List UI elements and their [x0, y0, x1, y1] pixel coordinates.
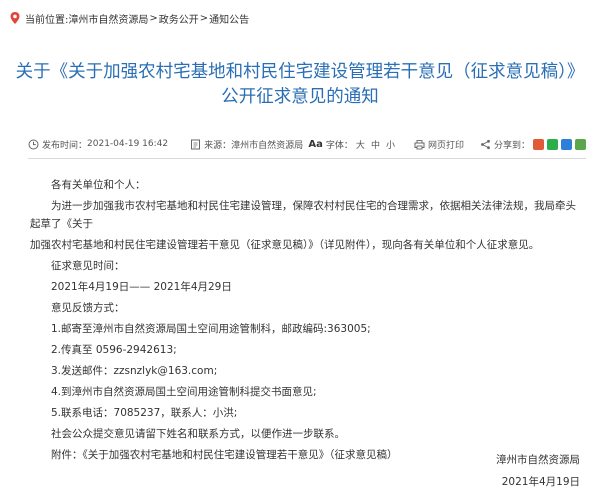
- attachment-label: 附件：: [51, 449, 83, 461]
- publish-date-value: 2021-04-19 16:42: [87, 139, 169, 149]
- source-value: 漳州市自然资源局: [231, 140, 304, 151]
- font-size-large[interactable]: 大: [356, 138, 365, 151]
- font-size-medium[interactable]: 中: [371, 138, 380, 151]
- salutation: 各有关单位和个人：: [51, 179, 146, 191]
- share-label: 分享到：: [493, 140, 530, 151]
- breadcrumb-item-notices[interactable]: 通知公告: [209, 11, 249, 26]
- article-meta-bar: 发布时间： 2021-04-19 16:42 来源： 漳州市自然资源局 Aa 字…: [28, 136, 586, 152]
- breadcrumb-item-gov-affairs[interactable]: 政务公开: [159, 11, 199, 26]
- font-size-label: 字体：: [325, 140, 353, 151]
- period-label: 征求意见时间：: [51, 260, 125, 272]
- method-mail: 1.邮寄至漳州市自然资源局国土空间用途管制科，邮政编码:363005;: [51, 323, 371, 335]
- location-pin-icon: [10, 12, 20, 24]
- publish-date-label: 发布时间：: [42, 140, 88, 151]
- qzone-share-icon[interactable]: [575, 138, 586, 150]
- share-icon: [481, 139, 490, 149]
- breadcrumb-prefix: 当前位置:: [25, 14, 69, 26]
- qq-share-icon[interactable]: [561, 138, 572, 150]
- font-size-small[interactable]: 小: [386, 138, 395, 151]
- breadcrumb-separator: >: [149, 12, 158, 24]
- source-document-icon: [191, 139, 201, 149]
- article-body: 各有关单位和个人： 为进一步加强我市农村宅基地和村民住宅建设管理，保障农村村民住…: [30, 176, 586, 464]
- page-title-line2: 公开征求意见的通知: [221, 87, 379, 107]
- contact-note: 社会公众提交意见请留下姓名和联系方式，以便作进一步联系。: [51, 428, 345, 440]
- paragraph-intro-line1: 为进一步加强我市农村宅基地和村民住宅建设管理，保障农村村民住宅的合理需求，依据相…: [30, 200, 576, 230]
- publish-date: 发布时间： 2021-04-19 16:42: [28, 138, 168, 151]
- breadcrumb-item-bureau[interactable]: 漳州市自然资源局: [68, 11, 148, 26]
- print-label: 网页打印: [427, 140, 464, 151]
- breadcrumb-separator: >: [199, 12, 209, 24]
- font-size-icon: Aa: [308, 138, 323, 150]
- method-email: 3.发送邮件：zzsnzlyk@163.com;: [51, 365, 218, 377]
- weibo-share-icon[interactable]: [533, 138, 544, 150]
- source-label: 来源：: [204, 140, 232, 151]
- meta-divider: [28, 158, 586, 159]
- breadcrumb: 当前位置: 漳州市自然资源局 > 政务公开 > 通知公告: [8, 8, 249, 28]
- signature-org: 漳州市自然资源局: [496, 454, 580, 466]
- attachment-link[interactable]: 《关于加强农村宅基地和村民住宅建设管理若干意见》（征求意见稿）: [83, 449, 398, 461]
- method-in-person: 4.到漳州市自然资源局国土空间用途管制科提交书面意见;: [51, 386, 317, 398]
- page-title: 关于《关于加强农村宅基地和村民住宅建设管理若干意见（征求意见稿）》 公开征求意见…: [0, 60, 600, 110]
- method-fax: 2.传真至 0596-2942613;: [51, 344, 177, 356]
- signature-date: 2021年4月19日: [501, 476, 580, 488]
- method-phone: 5.联系电话：7085237，联系人：小洪;: [51, 407, 238, 419]
- period-value: 2021年4月19日—— 2021年4月29日: [51, 281, 232, 293]
- page-title-line1: 关于《关于加强农村宅基地和村民住宅建设管理若干意见（征求意见稿）》: [15, 62, 585, 82]
- share-bar: 分享到：: [480, 138, 586, 151]
- source: 来源： 漳州市自然资源局: [190, 138, 303, 151]
- methods-label: 意见反馈方式：: [51, 302, 125, 314]
- print-button[interactable]: 网页打印: [414, 138, 464, 151]
- paragraph-intro-line2: 加强农村宅基地和村民住宅建设管理若干意见（征求意见稿）》（详见附件），现向各有关…: [30, 239, 540, 251]
- wechat-share-icon[interactable]: [547, 138, 558, 150]
- print-icon: [414, 139, 425, 149]
- clock-icon: [28, 139, 39, 149]
